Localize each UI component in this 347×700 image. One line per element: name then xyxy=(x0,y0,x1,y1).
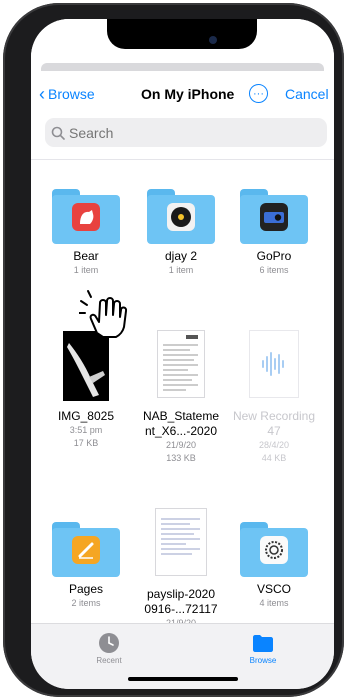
file-name: djay 2 xyxy=(164,249,198,263)
file-detail: 4 items xyxy=(259,598,289,608)
folder-icon xyxy=(240,189,308,244)
screen: ‹ Browse On My iPhone ··· Cancel Bear xyxy=(31,19,334,689)
file-nab-statement[interactable]: NAB_Stateme nt_X6...-2020 21/9/20 133 KB xyxy=(135,331,227,465)
back-label: Browse xyxy=(48,86,95,102)
divider xyxy=(31,159,334,160)
file-detail: 1 item xyxy=(73,265,99,275)
file-detail: 6 items xyxy=(259,265,289,275)
file-detail: 28/4/20 xyxy=(258,440,290,450)
file-size: 44 KB xyxy=(261,453,287,463)
tab-browse[interactable]: Browse xyxy=(233,632,293,665)
nav-bar: ‹ Browse On My iPhone ··· Cancel xyxy=(31,77,334,111)
file-new-recording-47[interactable]: New Recording 47 28/4/20 44 KB xyxy=(228,331,320,465)
folder-vsco[interactable]: VSCO 4 items xyxy=(228,522,320,610)
home-indicator[interactable] xyxy=(128,677,238,681)
chevron-left-icon: ‹ xyxy=(39,84,45,104)
tap-hand-icon xyxy=(78,289,139,346)
file-name: IMG_8025 xyxy=(57,409,115,423)
audio-thumbnail xyxy=(250,331,298,397)
file-name: New Recording 47 xyxy=(232,409,316,438)
folder-djay-2[interactable]: djay 2 1 item xyxy=(135,189,227,277)
folder-pages[interactable]: Pages 2 items xyxy=(40,522,132,610)
tab-recent-label: Recent xyxy=(96,656,122,665)
status-bar xyxy=(31,19,334,63)
search-icon xyxy=(51,126,65,140)
folder-icon xyxy=(253,635,273,652)
folder-icon xyxy=(52,189,120,244)
pages-app-icon xyxy=(72,536,100,564)
file-detail: 3:51 pm xyxy=(69,425,103,435)
phone-frame: ‹ Browse On My iPhone ··· Cancel Bear xyxy=(3,3,344,697)
bear-app-icon xyxy=(72,203,100,231)
clock-icon xyxy=(99,633,119,653)
file-detail: 1 item xyxy=(168,265,194,275)
more-options-button[interactable]: ··· xyxy=(249,84,268,103)
front-camera xyxy=(209,36,217,44)
pdf-thumbnail xyxy=(156,509,206,575)
vsco-app-icon xyxy=(260,536,288,564)
ellipsis-icon: ··· xyxy=(253,87,264,100)
folder-icon xyxy=(52,522,120,577)
tab-browse-label: Browse xyxy=(249,656,277,665)
file-name: Bear xyxy=(73,249,99,263)
file-size: 133 KB xyxy=(166,453,196,463)
page-title: On My iPhone xyxy=(141,86,235,102)
file-name: NAB_Stateme nt_X6...-2020 xyxy=(142,409,220,438)
tab-recent[interactable]: Recent xyxy=(79,632,139,665)
file-payslip[interactable]: payslip-2020 0916-...72117 21/9/20 xyxy=(135,509,227,630)
file-name: VSCO xyxy=(256,582,291,596)
back-button[interactable]: ‹ Browse xyxy=(39,84,95,104)
gopro-app-icon xyxy=(260,203,288,231)
folder-gopro[interactable]: GoPro 6 items xyxy=(228,189,320,277)
cancel-button[interactable]: Cancel xyxy=(285,86,329,102)
file-img-8025[interactable]: IMG_8025 3:51 pm 17 KB xyxy=(40,331,132,450)
file-name: GoPro xyxy=(256,249,292,263)
djay-app-icon xyxy=(167,203,195,231)
file-detail: 21/9/20 xyxy=(165,440,197,450)
search-input[interactable] xyxy=(65,123,291,142)
folder-icon xyxy=(147,189,215,244)
search-bar[interactable] xyxy=(45,118,327,147)
file-name: payslip-2020 0916-...72117 xyxy=(144,587,218,616)
file-detail: 2 items xyxy=(71,598,101,608)
folder-bear[interactable]: Bear 1 item xyxy=(40,189,132,277)
pdf-thumbnail xyxy=(158,331,204,397)
sheet-background xyxy=(41,63,324,71)
file-size: 17 KB xyxy=(73,438,99,448)
folder-icon xyxy=(240,522,308,577)
file-name: Pages xyxy=(68,582,104,596)
notch xyxy=(107,19,257,49)
